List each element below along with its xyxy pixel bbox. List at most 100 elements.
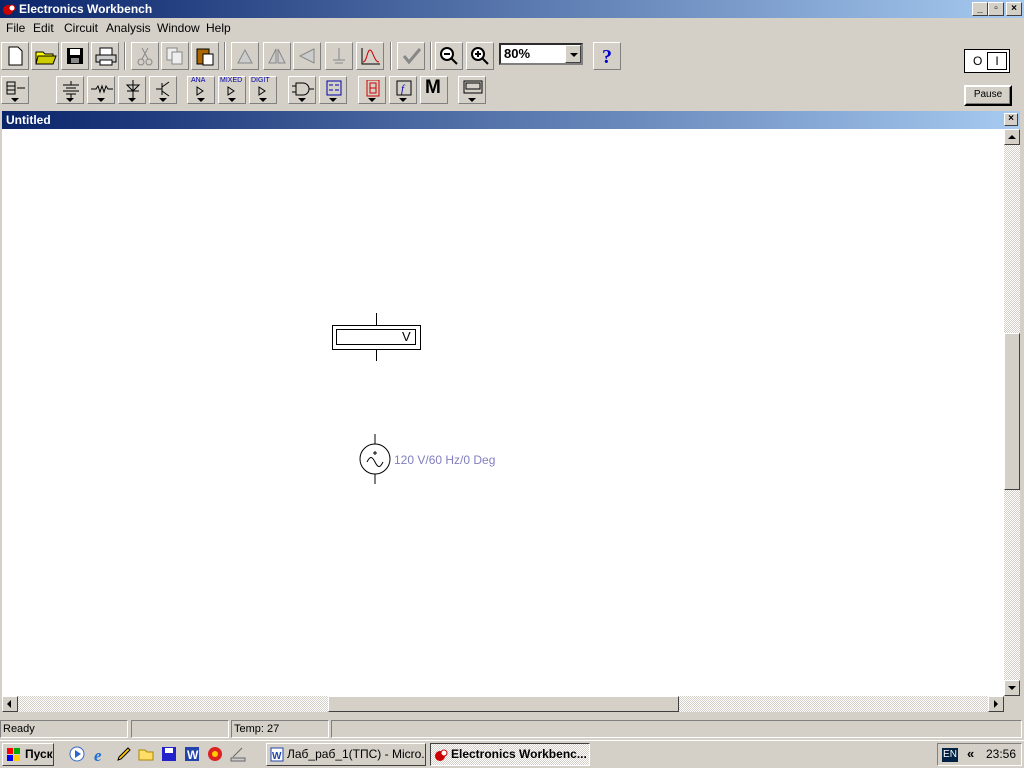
flip-horizontal-button[interactable] — [263, 42, 291, 70]
maximize-button[interactable]: ▫ — [988, 2, 1004, 16]
transistors-bin-button[interactable] — [149, 76, 177, 104]
print-button[interactable] — [91, 42, 119, 70]
menu-file[interactable]: File — [6, 21, 25, 35]
floppy-icon — [67, 48, 83, 64]
zoom-out-icon — [440, 47, 458, 65]
scroll-up-button[interactable] — [1004, 129, 1020, 145]
windows-logo-icon — [7, 748, 20, 761]
app-icon[interactable] — [2, 2, 17, 16]
instruments-bin-button[interactable] — [458, 76, 486, 104]
controls-bin-button[interactable]: f — [389, 76, 417, 104]
seven-segment-icon — [366, 80, 380, 97]
horizontal-scroll-thumb[interactable] — [328, 696, 679, 712]
tray-expand-icon[interactable]: « — [967, 746, 974, 761]
word-document-icon: W — [270, 747, 284, 762]
help-button[interactable]: ? — [593, 42, 621, 70]
zoom-out-button[interactable] — [435, 42, 463, 70]
basic-bin-button[interactable] — [87, 76, 115, 104]
miscellaneous-bin-button[interactable]: M — [420, 76, 448, 104]
language-indicator[interactable]: EN — [942, 748, 958, 762]
copy-icon — [166, 47, 183, 65]
voltmeter-unit: V — [402, 329, 411, 344]
svg-text:e: e — [94, 746, 102, 762]
ac-voltage-source[interactable] — [358, 434, 392, 484]
system-tray: EN « 23:56 — [937, 743, 1022, 766]
indicators-bin-button[interactable] — [358, 76, 386, 104]
start-label: Пуск — [25, 747, 53, 761]
sources-bin-button[interactable] — [56, 76, 84, 104]
scanner-icon[interactable] — [230, 746, 246, 762]
digital-ics-bin-button[interactable]: DIGIT — [249, 76, 277, 104]
horizontal-scrollbar[interactable] — [2, 696, 1004, 712]
main-toolbar: ? — [0, 40, 960, 74]
paste-button[interactable] — [191, 42, 219, 70]
vertical-scroll-thumb[interactable] — [1004, 333, 1020, 490]
component-properties-icon — [333, 48, 345, 64]
zoom-select[interactable]: 80% — [499, 43, 583, 65]
digital-bin-button[interactable] — [319, 76, 347, 104]
mixed-ics-bin-button[interactable]: MIXED — [218, 76, 246, 104]
instrument-icon — [463, 80, 483, 94]
svg-text:W: W — [272, 751, 282, 762]
start-button[interactable]: Пуск — [2, 743, 54, 766]
help-question-icon: ? — [602, 46, 612, 66]
scroll-left-button[interactable] — [2, 696, 18, 712]
function-icon: f — [396, 80, 412, 96]
scroll-right-button[interactable] — [988, 696, 1004, 712]
power-switch[interactable]: O I — [964, 49, 1010, 73]
workbench-task-icon — [435, 749, 448, 761]
opera-icon[interactable] — [207, 746, 223, 762]
svg-text:W: W — [187, 748, 199, 762]
task-word-document[interactable]: W Лаб_раб_1(ТПС) - Micro... — [266, 743, 426, 766]
new-button[interactable] — [1, 42, 29, 70]
cut-button[interactable] — [131, 42, 159, 70]
zoom-dropdown-arrow-icon[interactable] — [565, 45, 581, 63]
analog-ics-bin-button[interactable]: ANA — [187, 76, 215, 104]
display-graphs-button[interactable] — [397, 42, 425, 70]
circuit-close-button[interactable]: × — [1004, 113, 1018, 126]
task-electronics-workbench[interactable]: Electronics Workbenc... — [430, 743, 590, 766]
task-label: Лаб_раб_1(ТПС) - Micro... — [287, 747, 426, 761]
pause-button[interactable]: Pause — [964, 85, 1012, 106]
parts-bin-toolbar: ANA MIXED DIGIT f M — [0, 74, 500, 108]
circuit-workspace[interactable]: V 120 V/60 Hz/0 Deg — [2, 129, 1004, 696]
menu-window[interactable]: Window — [157, 21, 200, 35]
flip-vertical-button[interactable] — [293, 42, 321, 70]
rotate-button[interactable] — [231, 42, 259, 70]
folder-icon[interactable] — [138, 746, 154, 762]
vertical-scrollbar[interactable] — [1004, 129, 1020, 696]
save-disk-icon[interactable] — [161, 746, 177, 762]
zoom-in-icon — [471, 47, 489, 65]
save-button[interactable] — [61, 42, 89, 70]
menu-help[interactable]: Help — [206, 21, 231, 35]
circuit-window-title-bar: Untitled × — [2, 111, 1020, 129]
chevron-up-icon — [1008, 135, 1016, 139]
menu-analysis[interactable]: Analysis — [106, 21, 151, 35]
component-properties-button[interactable] — [325, 42, 353, 70]
app-title-bar: Electronics Workbench _ ▫ × — [0, 0, 1024, 18]
status-pane-empty — [131, 720, 229, 738]
pencil-icon[interactable] — [116, 746, 132, 762]
scissors-icon — [137, 47, 153, 66]
open-button[interactable] — [31, 42, 59, 70]
create-subcircuit-button[interactable] — [356, 42, 384, 70]
copy-button[interactable] — [161, 42, 189, 70]
scroll-down-button[interactable] — [1004, 680, 1020, 696]
close-button[interactable]: × — [1006, 2, 1022, 16]
voltmeter[interactable]: V — [332, 325, 421, 350]
media-player-icon[interactable] — [69, 746, 85, 762]
chevron-down-icon — [1008, 686, 1016, 690]
minimize-button[interactable]: _ — [972, 2, 988, 16]
logic-gates-bin-button[interactable] — [288, 76, 316, 104]
diodes-bin-button[interactable] — [118, 76, 146, 104]
menu-edit[interactable]: Edit — [33, 21, 54, 35]
favorites-bin-button[interactable] — [1, 76, 29, 104]
open-folder-icon — [35, 51, 57, 65]
printer-icon — [95, 47, 117, 66]
menu-circuit[interactable]: Circuit — [64, 21, 98, 35]
zoom-in-button[interactable] — [466, 42, 494, 70]
flip-vertical-icon — [298, 48, 315, 64]
voltmeter-terminal-bottom[interactable] — [376, 350, 377, 361]
internet-explorer-icon[interactable]: e — [93, 746, 109, 762]
word-icon[interactable]: W — [184, 746, 200, 762]
